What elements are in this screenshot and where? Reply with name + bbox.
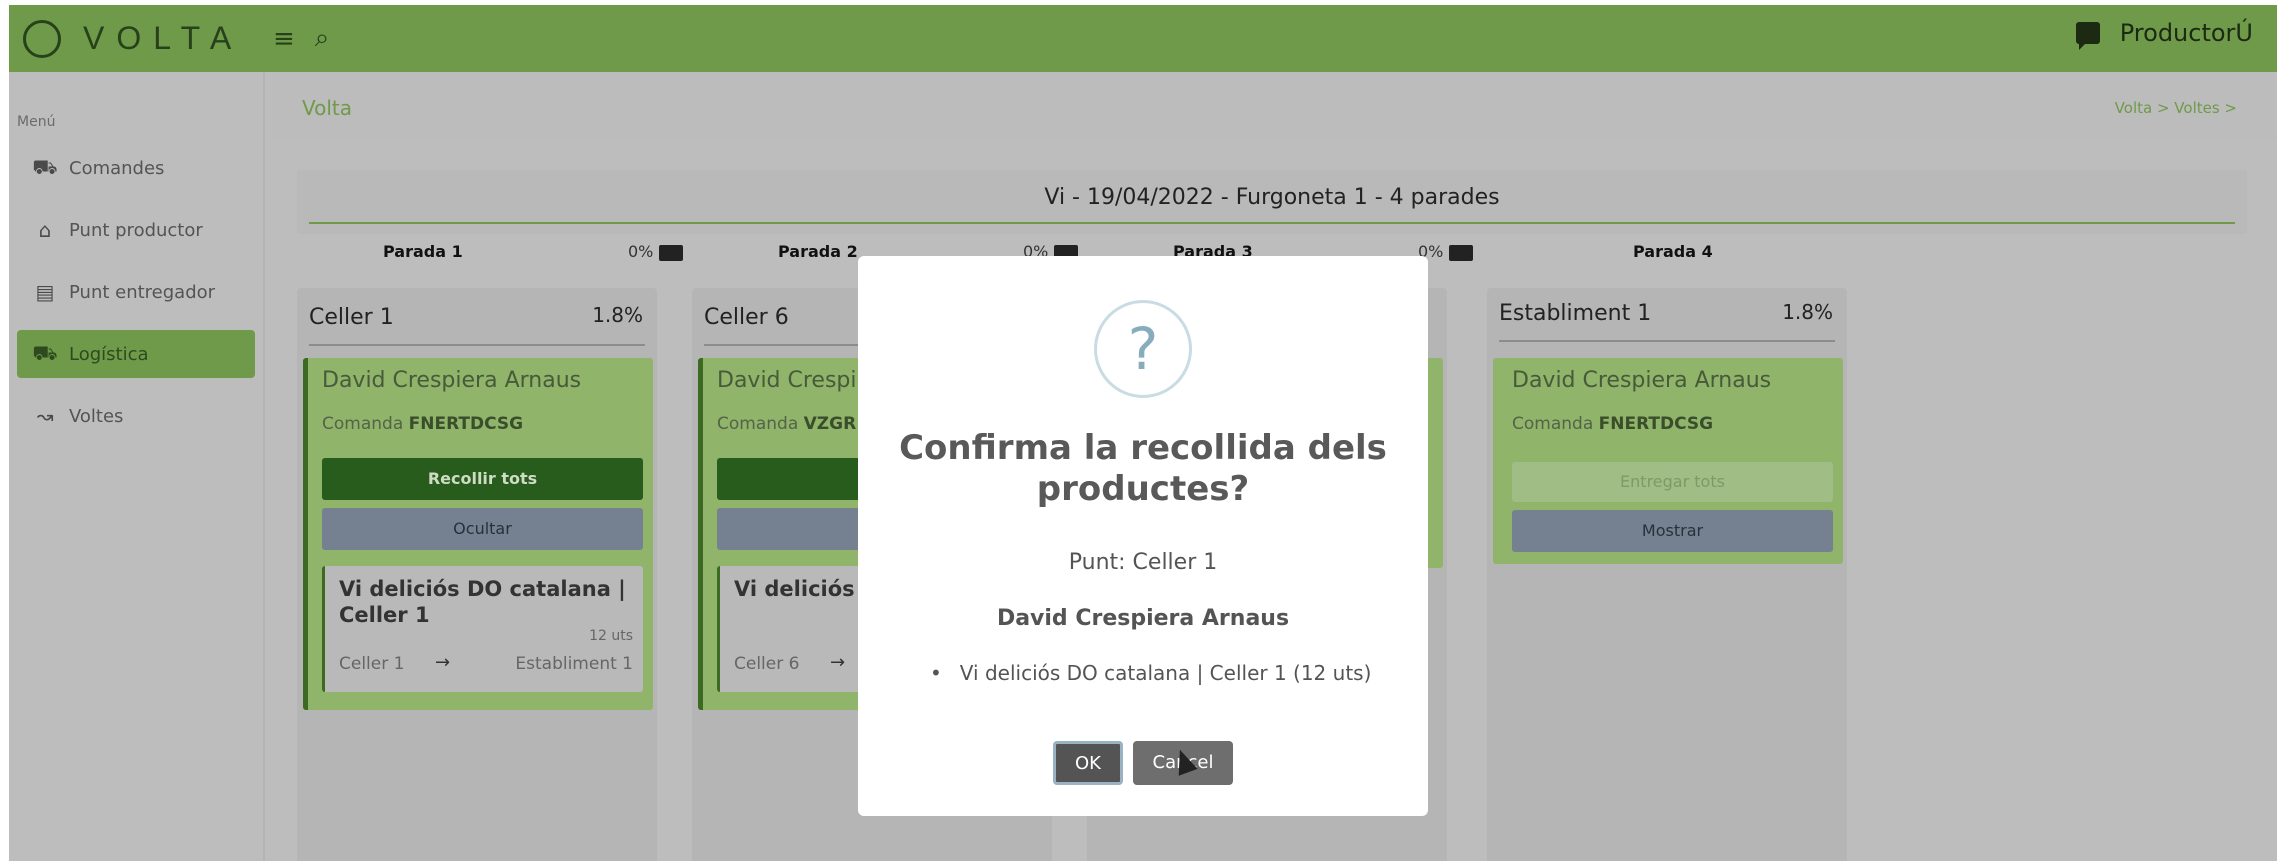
question-icon: ? <box>1094 300 1192 398</box>
dialog-punt: Punt: Celler 1 <box>1068 550 1218 575</box>
confirm-dialog: ? Confirma la recollida dels productes? … <box>858 256 1428 816</box>
dialog-person: David Crespiera Arnaus <box>996 606 1290 631</box>
dialog-title: Confirma la recollida dels productes? <box>899 428 1387 509</box>
ok-button[interactable]: OK <box>1053 741 1123 785</box>
dialog-product-item: Vi deliciós DO catalana | Celler 1 (12 u… <box>930 661 1372 685</box>
